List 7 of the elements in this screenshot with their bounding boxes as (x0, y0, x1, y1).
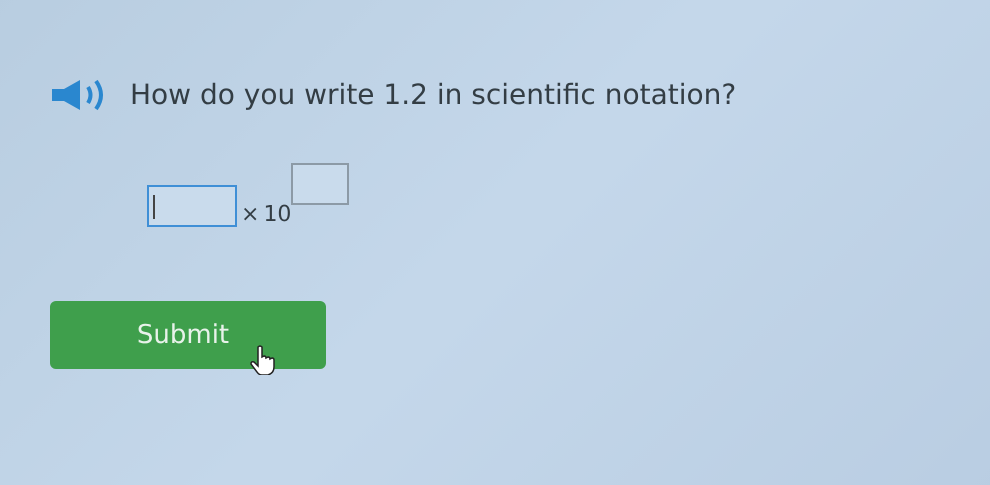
text-caret (153, 195, 155, 219)
hand-cursor-icon (250, 345, 276, 375)
coefficient-field[interactable] (147, 185, 237, 227)
question-text: How do you write 1.2 in scientific notation? (130, 78, 736, 111)
base-text: 10 (263, 202, 292, 227)
exponent-field[interactable] (291, 163, 350, 205)
times-sign: × (241, 202, 260, 227)
